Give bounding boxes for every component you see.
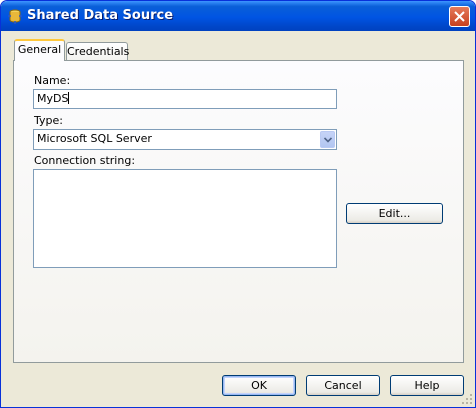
tab-general[interactable]: General [14, 39, 65, 61]
window-title: Shared Data Source [27, 8, 174, 23]
ok-button[interactable]: OK [222, 375, 296, 396]
close-icon [454, 11, 465, 22]
close-button[interactable] [449, 6, 470, 27]
name-label: Name: [34, 74, 71, 87]
data-source-icon [7, 8, 23, 24]
help-button[interactable]: Help [390, 375, 464, 396]
edit-button[interactable]: Edit... [346, 203, 443, 224]
tab-credentials[interactable]: Credentials [66, 42, 129, 61]
type-select-value: Microsoft SQL Server [37, 132, 152, 145]
resize-grip-icon[interactable] [461, 393, 473, 405]
name-input[interactable]: MyDS [33, 89, 337, 109]
connection-string-input[interactable] [33, 169, 337, 268]
type-label: Type: [34, 114, 63, 127]
shared-data-source-dialog: Shared Data Source General Credentials N… [0, 0, 476, 408]
title-bar[interactable]: Shared Data Source [1, 1, 475, 31]
chevron-down-icon [324, 137, 332, 143]
connection-string-label: Connection string: [34, 154, 136, 167]
text-cursor [68, 92, 70, 104]
type-select[interactable]: Microsoft SQL Server [33, 129, 337, 150]
cancel-button[interactable]: Cancel [306, 375, 380, 396]
type-dropdown-button[interactable] [320, 131, 335, 148]
name-input-value: MyDS [37, 92, 69, 105]
